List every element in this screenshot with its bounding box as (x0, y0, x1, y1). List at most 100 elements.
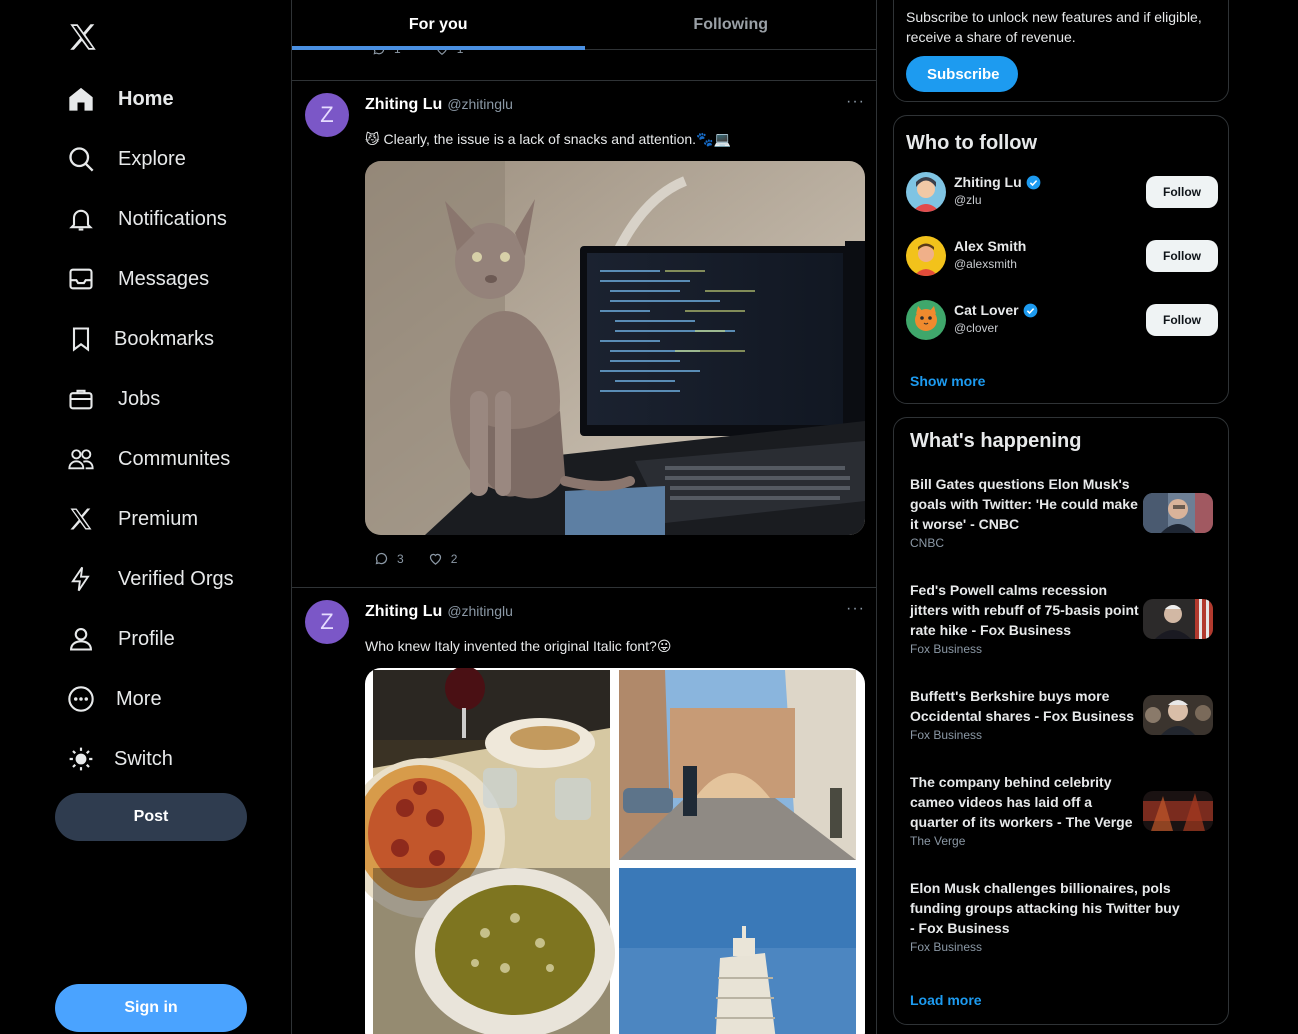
nav-bookmarks[interactable]: Bookmarks (62, 317, 214, 361)
tweet-header: Zhiting Lu @zhitinglu (365, 603, 513, 621)
trend-item[interactable]: Elon Musk challenges billionaires, pols … (910, 878, 1213, 954)
people-icon (62, 440, 100, 478)
follow-button[interactable]: Follow (1146, 240, 1218, 272)
follow-button[interactable]: Follow (1146, 304, 1218, 336)
author-handle[interactable]: @zhitinglu (447, 603, 513, 619)
nav-jobs[interactable]: Jobs (62, 377, 160, 421)
nav-label: Home (118, 87, 174, 110)
more-options-icon[interactable]: ··· (846, 600, 865, 618)
nav-verified-orgs[interactable]: Verified Orgs (62, 557, 234, 601)
post-button[interactable]: Post (55, 793, 247, 841)
reply-button[interactable]: 3 (374, 551, 404, 566)
like-button[interactable]: 2 (428, 551, 458, 566)
nav-home[interactable]: Home (62, 77, 174, 121)
pisa-tower-photo (619, 868, 856, 1034)
tweet-text: 😼 Clearly, the issue is a lack of snacks… (365, 131, 731, 147)
premium-card: Subscribe to unlock new features and if … (893, 0, 1229, 102)
user-handle: @alexsmith (954, 257, 1017, 271)
author-name[interactable]: Zhiting Lu (365, 603, 442, 621)
load-more-link[interactable]: Load more (910, 992, 982, 1008)
user-name-text: Zhiting Lu (954, 174, 1022, 190)
follow-suggestion: Cat Lover @clover Follow (906, 298, 1218, 342)
nav-label: Explore (118, 147, 186, 170)
tweet-image-grid (365, 668, 865, 1034)
nav-communities[interactable]: Communites (62, 437, 230, 481)
bell-icon (62, 200, 100, 238)
author-name[interactable]: Zhiting Lu (365, 96, 442, 114)
nav-label: Switch (114, 747, 173, 770)
author-handle[interactable]: @zhitinglu (447, 96, 513, 112)
trend-item[interactable]: Fed's Powell calms recession jitters wit… (910, 580, 1213, 656)
trend-thumbnail (1143, 791, 1213, 831)
trend-item[interactable]: Bill Gates questions Elon Musk's goals w… (910, 474, 1213, 550)
tweet-header: Zhiting Lu @zhitinglu (365, 96, 513, 114)
whats-happening-card: What's happening Bill Gates questions El… (893, 417, 1229, 1025)
subscribe-button[interactable]: Subscribe (906, 56, 1018, 92)
who-to-follow-card: Who to follow Zhiting Lu @zlu Follow Ale… (893, 115, 1229, 404)
nav-messages[interactable]: Messages (62, 257, 209, 301)
nav-label: Profile (118, 627, 175, 650)
trend-thumbnail (1143, 695, 1213, 735)
nav-explore[interactable]: Explore (62, 137, 186, 181)
trend-item[interactable]: Buffett's Berkshire buys more Occidental… (910, 686, 1213, 742)
more-circle-icon (62, 680, 100, 718)
trend-source: Fox Business (910, 940, 983, 954)
inbox-icon (62, 260, 100, 298)
search-icon (62, 140, 100, 178)
avatar[interactable] (906, 300, 946, 340)
nav-label: More (116, 687, 162, 710)
user-name-text: Alex Smith (954, 238, 1027, 254)
user-name[interactable]: Cat Lover (954, 302, 1038, 318)
tab-for-you[interactable]: For you (292, 0, 585, 50)
nav-label: Notifications (118, 207, 227, 230)
briefcase-icon (62, 380, 100, 418)
user-name[interactable]: Zhiting Lu (954, 174, 1041, 190)
nav-label: Communites (118, 447, 231, 470)
nav-notifications[interactable]: Notifications (62, 197, 227, 241)
trend-source: Fox Business (910, 642, 983, 656)
sun-icon (62, 740, 100, 778)
user-name-text: Cat Lover (954, 302, 1019, 318)
user-name[interactable]: Alex Smith (954, 238, 1026, 254)
premium-description: Subscribe to unlock new features and if … (906, 9, 1202, 45)
tab-label: For you (408, 15, 468, 33)
nav-label: Bookmarks (114, 327, 215, 350)
trend-thumbnail (1143, 493, 1213, 533)
nav-more[interactable]: More (62, 677, 162, 721)
main-feed: For you Following 1 1 Z Zhiting Lu @zhit… (291, 0, 877, 1034)
tweet-actions: 3 2 (374, 551, 457, 566)
nav-label: Messages (118, 267, 210, 290)
home-icon (62, 80, 100, 118)
trend-thumbnail (1143, 599, 1213, 639)
tab-following[interactable]: Following (585, 0, 877, 49)
reply-count: 3 (397, 551, 404, 566)
more-options-icon[interactable]: ··· (846, 93, 865, 111)
bookmark-icon (62, 320, 100, 358)
avatar[interactable] (906, 172, 946, 212)
user-handle: @clover (954, 321, 999, 335)
verified-badge-icon (1023, 303, 1037, 317)
x-logo-icon[interactable] (66, 20, 100, 54)
trend-title: The company behind celebrity cameo video… (910, 774, 1133, 830)
nav-premium[interactable]: Premium (62, 497, 198, 541)
trend-source: CNBC (910, 536, 945, 550)
sign-in-button[interactable]: Sign in (55, 984, 247, 1032)
trend-source: The Verge (910, 834, 966, 848)
trend-title: Bill Gates questions Elon Musk's goals w… (910, 476, 1138, 532)
avatar[interactable]: Z (305, 600, 349, 644)
tweet-image-cat[interactable] (365, 161, 865, 535)
nav-switch-theme[interactable]: Switch (62, 737, 173, 781)
nav-profile[interactable]: Profile (62, 617, 175, 661)
nav-label: Premium (118, 507, 199, 530)
avatar[interactable] (906, 236, 946, 276)
trend-title: Fed's Powell calms recession jitters wit… (910, 582, 1139, 638)
show-more-link[interactable]: Show more (910, 373, 985, 389)
trend-title: Buffett's Berkshire buys more Occidental… (910, 688, 1135, 724)
avatar[interactable]: Z (305, 93, 349, 137)
follow-button[interactable]: Follow (1146, 176, 1218, 208)
user-handle: @zlu (954, 193, 982, 207)
like-count: 2 (450, 551, 458, 566)
whats-happening-title: What's happening (910, 430, 1082, 452)
nav-label: Verified Orgs (118, 567, 234, 590)
trend-item[interactable]: The company behind celebrity cameo video… (910, 772, 1213, 848)
